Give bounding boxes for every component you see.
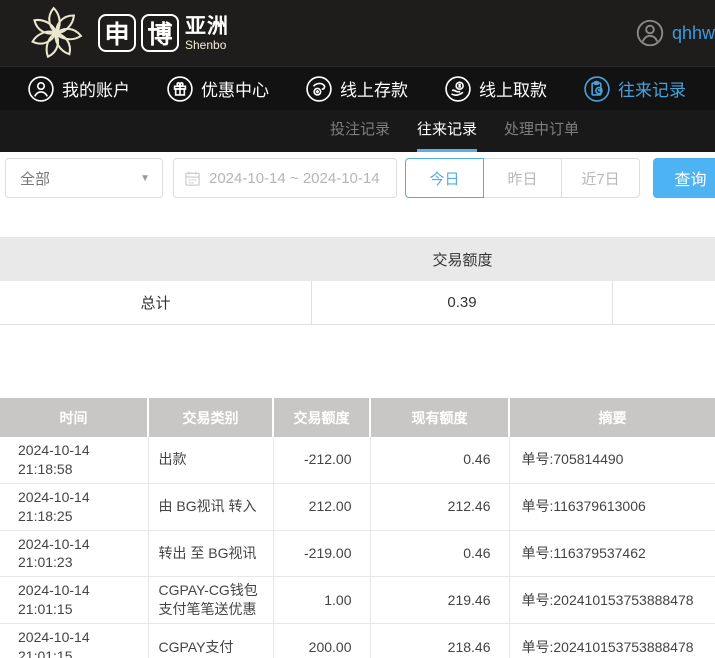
top-brand-bar: 申 博 亚洲 Shenbo qhhw — [0, 0, 715, 66]
brand-char-2: 博 — [141, 14, 179, 52]
calendar-icon — [184, 170, 201, 187]
summary-header-row: 交易额度 — [0, 237, 715, 281]
cell-balance: 0.46 — [370, 437, 509, 483]
table-row: 2024-10-14 21:01:15 CGPAY-CG钱包支付笔笔送优惠 1.… — [0, 577, 715, 624]
yesterday-button[interactable]: 昨日 — [483, 158, 562, 198]
user-icon — [28, 76, 54, 102]
tab-pending-orders[interactable]: 处理中订单 — [504, 110, 579, 152]
table-row: 2024-10-14 21:18:25 由 BG视讯 转入 212.00 212… — [0, 483, 715, 530]
cell-balance: 218.46 — [370, 624, 509, 658]
column-header-type: 交易类别 — [148, 398, 273, 437]
record-tabs: 投注记录 往来记录 处理中订单 — [0, 110, 715, 152]
date-range-input[interactable]: 2024-10-14 ~ 2024-10-14 — [173, 158, 397, 198]
cell-amount: 212.00 — [273, 483, 370, 530]
cell-time: 2024-10-14 21:18:25 — [0, 483, 148, 530]
cell-type: CGPAY支付 — [148, 624, 273, 658]
cell-amount: -212.00 — [273, 437, 370, 483]
cell-time: 2024-10-14 21:01:23 — [0, 530, 148, 577]
brand-logo[interactable]: 申 博 亚洲 Shenbo — [20, 4, 229, 62]
cell-memo: 单号:705814490 — [509, 437, 715, 483]
nav-label: 线上取款 — [479, 76, 547, 101]
cell-amount: -219.00 — [273, 530, 370, 577]
summary-header-spacer — [613, 237, 715, 281]
nav-label: 优惠中心 — [201, 76, 269, 101]
nav-item-promotions[interactable]: 优惠中心 — [167, 76, 269, 102]
quick-date-button-group: 今日 昨日 近7日 — [405, 158, 640, 198]
brand-region: 亚洲 — [185, 16, 229, 37]
deposit-icon — [306, 76, 332, 102]
cell-memo: 单号:202410153753888478 — [509, 624, 715, 658]
cell-amount: 200.00 — [273, 624, 370, 658]
transactions-table-body: 2024-10-14 21:18:58 出款 -212.00 0.46 单号:7… — [0, 437, 715, 658]
last-7-days-button[interactable]: 近7日 — [561, 158, 640, 198]
user-avatar-icon — [636, 19, 664, 47]
brand-name-boxes: 申 博 — [98, 14, 179, 52]
brand-char-1: 申 — [98, 14, 136, 52]
withdraw-icon — [445, 76, 471, 102]
cell-memo: 单号:116379537462 — [509, 530, 715, 577]
main-navigation: 我的账户 优惠中心 线上存款 线上取款 — [0, 66, 715, 110]
cell-balance: 0.46 — [370, 530, 509, 577]
table-row: 2024-10-14 21:18:58 出款 -212.00 0.46 单号:7… — [0, 437, 715, 483]
username-text[interactable]: qhhw — [672, 23, 715, 44]
nav-label: 往来记录 — [618, 76, 686, 101]
summary-table: 交易额度 总计 0.39 — [0, 237, 715, 325]
cell-type: 转出 至 BG视讯 — [148, 530, 273, 577]
user-account-area[interactable]: qhhw — [636, 0, 715, 66]
transaction-type-select[interactable]: 全部 ▼ — [5, 158, 163, 198]
nav-item-my-account[interactable]: 我的账户 — [28, 76, 130, 102]
filter-bar: 全部 ▼ 2024-10-14 ~ 2024-10-14 今日 昨日 近7日 查… — [0, 152, 715, 237]
table-row: 2024-10-14 21:01:15 CGPAY支付 200.00 218.4… — [0, 624, 715, 658]
brand-latin: Shenbo — [185, 39, 229, 51]
tab-betting-records[interactable]: 投注记录 — [330, 110, 390, 152]
cell-time: 2024-10-14 21:01:15 — [0, 624, 148, 658]
summary-total-row: 总计 0.39 — [0, 281, 715, 325]
summary-total-label: 总计 — [0, 281, 312, 324]
cell-amount: 1.00 — [273, 577, 370, 624]
nav-item-withdraw[interactable]: 线上取款 — [445, 76, 547, 102]
records-icon — [584, 76, 610, 102]
column-header-amount: 交易额度 — [273, 398, 370, 437]
nav-item-transactions[interactable]: 往来记录 — [584, 76, 686, 102]
transaction-type-value: 全部 — [20, 168, 50, 189]
cell-balance: 219.46 — [370, 577, 509, 624]
chevron-down-icon: ▼ — [140, 173, 150, 184]
tab-transaction-records[interactable]: 往来记录 — [417, 110, 477, 152]
cell-type: 出款 — [148, 437, 273, 483]
cell-type: CGPAY-CG钱包支付笔笔送优惠 — [148, 577, 273, 624]
gift-icon — [167, 76, 193, 102]
cell-time: 2024-10-14 21:18:58 — [0, 437, 148, 483]
summary-header-spacer — [0, 237, 312, 281]
summary-spacer-cell — [613, 281, 715, 324]
cell-memo: 单号:202410153753888478 — [509, 577, 715, 624]
date-range-value: 2024-10-14 ~ 2024-10-14 — [209, 170, 380, 187]
column-header-time: 时间 — [0, 398, 148, 437]
cell-balance: 212.46 — [370, 483, 509, 530]
cell-memo: 单号:116379613006 — [509, 483, 715, 530]
summary-total-value: 0.39 — [312, 281, 613, 324]
search-button[interactable]: 查询 — [653, 158, 715, 198]
today-button[interactable]: 今日 — [405, 158, 484, 198]
nav-item-deposit[interactable]: 线上存款 — [306, 76, 408, 102]
table-row: 2024-10-14 21:01:23 转出 至 BG视讯 -219.00 0.… — [0, 530, 715, 577]
column-header-memo: 摘要 — [509, 398, 715, 437]
summary-header-amount: 交易额度 — [312, 237, 613, 281]
cell-time: 2024-10-14 21:01:15 — [0, 577, 148, 624]
table-header-row: 时间 交易类别 交易额度 现有额度 摘要 — [0, 398, 715, 437]
column-header-balance: 现有额度 — [370, 398, 509, 437]
cell-type: 由 BG视讯 转入 — [148, 483, 273, 530]
nav-label: 我的账户 — [62, 76, 130, 101]
flower-logo-icon — [20, 4, 92, 62]
nav-label: 线上存款 — [340, 76, 408, 101]
transactions-table: 时间 交易类别 交易额度 现有额度 摘要 2024-10-14 21:18:58… — [0, 398, 715, 658]
